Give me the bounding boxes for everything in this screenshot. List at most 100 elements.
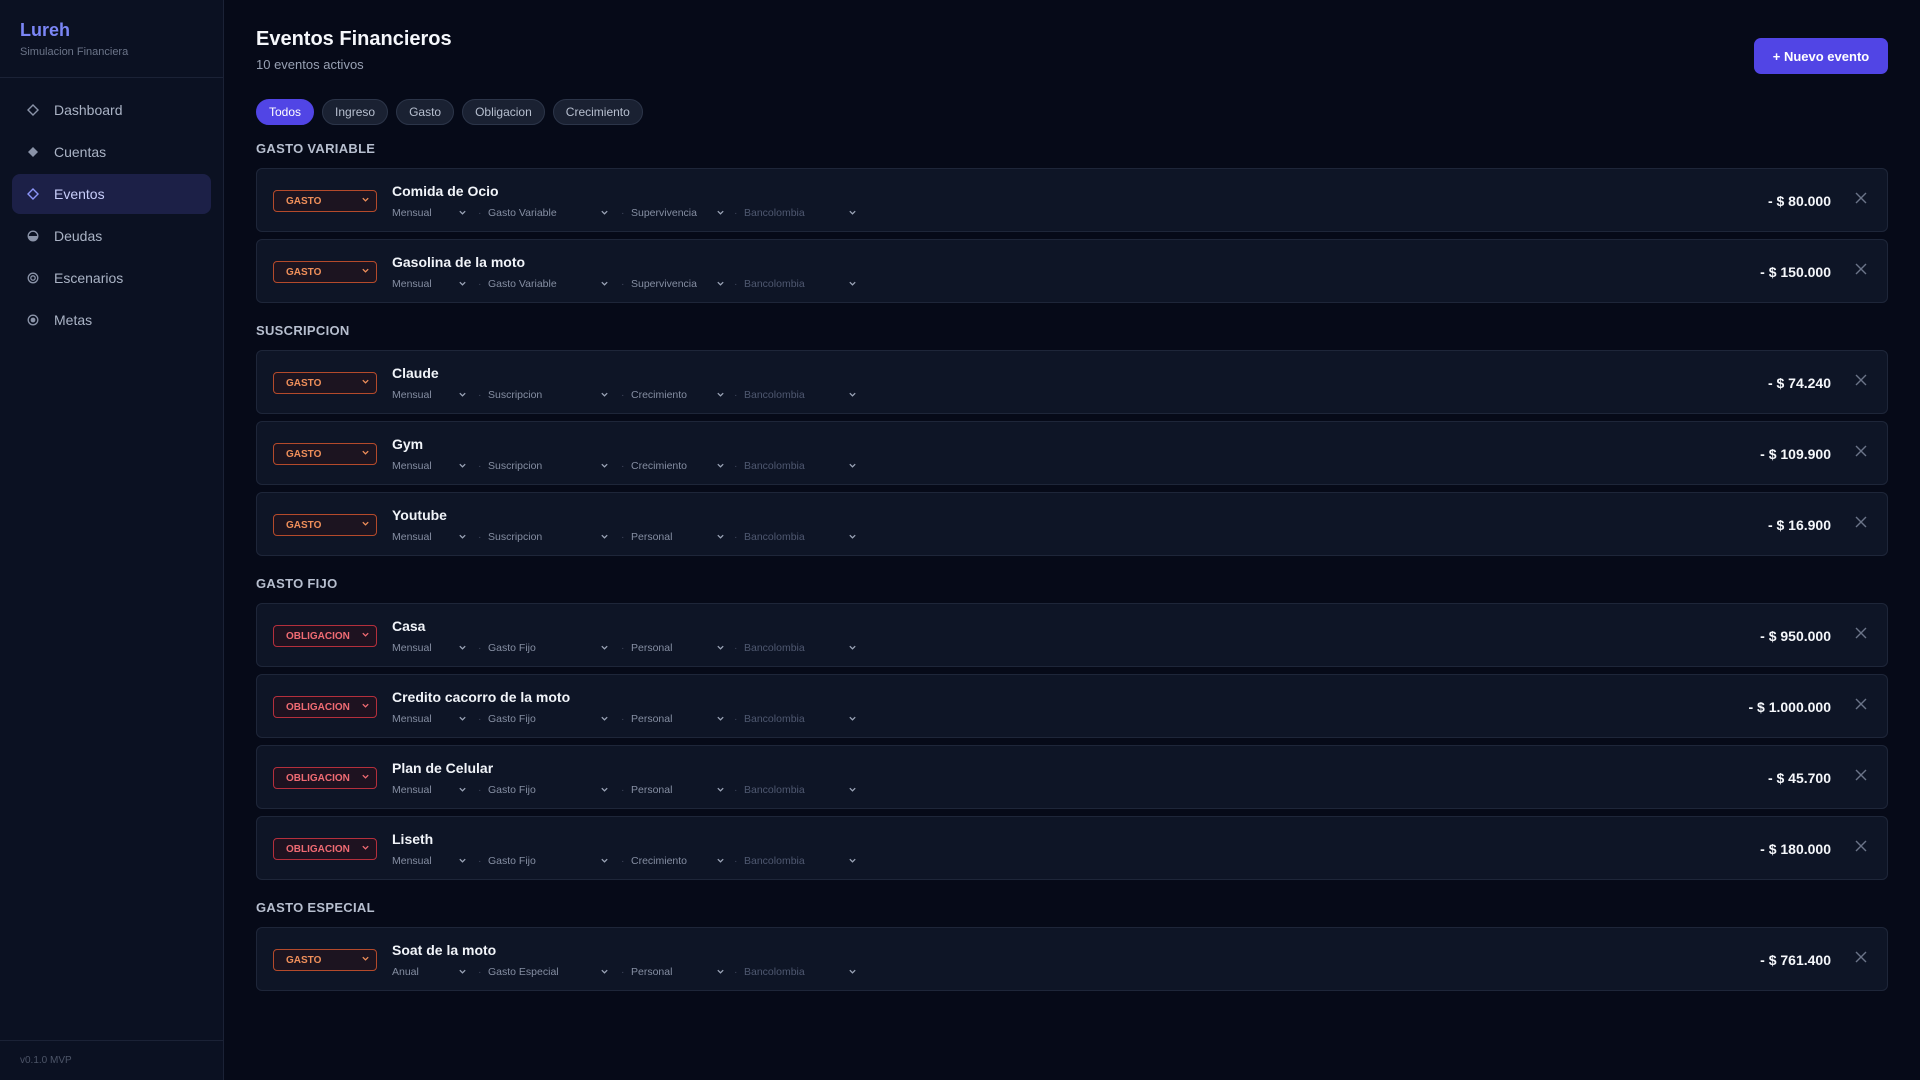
sidebar-item-deudas[interactable]: Deudas — [12, 216, 211, 256]
chevron-down-icon[interactable] — [716, 643, 725, 654]
chevron-down-icon[interactable] — [600, 856, 609, 867]
tag-select[interactable]: Crecimiento — [631, 389, 687, 401]
chevron-down-icon[interactable] — [848, 390, 857, 401]
sidebar-item-cuentas[interactable]: Cuentas — [12, 132, 211, 172]
chevron-down-icon[interactable] — [716, 856, 725, 867]
filter-chip-todos[interactable]: Todos — [256, 99, 315, 125]
chevron-down-icon[interactable] — [458, 279, 467, 290]
event-type-select[interactable]: OBLIGACION — [273, 625, 377, 647]
account-select[interactable]: Bancolombia — [744, 278, 805, 290]
event-name[interactable]: Plan de Celular — [392, 760, 493, 776]
event-name[interactable]: Liseth — [392, 831, 433, 847]
filter-chip-obligacion[interactable]: Obligacion — [462, 99, 545, 125]
frequency-select[interactable]: Mensual — [392, 855, 432, 867]
frequency-select[interactable]: Mensual — [392, 531, 432, 543]
filter-chip-gasto[interactable]: Gasto — [396, 99, 455, 125]
chevron-down-icon[interactable] — [848, 856, 857, 867]
category-select[interactable]: Suscripcion — [488, 531, 542, 543]
chevron-down-icon[interactable] — [716, 279, 725, 290]
chevron-down-icon[interactable] — [848, 785, 857, 796]
event-type-select[interactable]: OBLIGACION — [273, 767, 377, 789]
account-select[interactable]: Bancolombia — [744, 966, 805, 978]
event-name[interactable]: Comida de Ocio — [392, 183, 499, 199]
account-select[interactable]: Bancolombia — [744, 855, 805, 867]
category-select[interactable]: Suscripcion — [488, 460, 542, 472]
frequency-select[interactable]: Mensual — [392, 460, 432, 472]
chevron-down-icon[interactable] — [600, 967, 609, 978]
account-select[interactable]: Bancolombia — [744, 784, 805, 796]
chevron-down-icon[interactable] — [716, 785, 725, 796]
chevron-down-icon[interactable] — [716, 461, 725, 472]
chevron-down-icon[interactable] — [716, 208, 725, 219]
frequency-select[interactable]: Mensual — [392, 207, 432, 219]
chevron-down-icon[interactable] — [458, 461, 467, 472]
chevron-down-icon[interactable] — [600, 461, 609, 472]
tag-select[interactable]: Personal — [631, 531, 672, 543]
sidebar-item-metas[interactable]: Metas — [12, 300, 211, 340]
new-event-button[interactable]: + Nuevo evento — [1754, 38, 1888, 74]
event-type-select[interactable]: GASTO — [273, 372, 377, 394]
tag-select[interactable]: Supervivencia — [631, 207, 697, 219]
tag-select[interactable]: Crecimiento — [631, 460, 687, 472]
account-select[interactable]: Bancolombia — [744, 531, 805, 543]
account-select[interactable]: Bancolombia — [744, 642, 805, 654]
chevron-down-icon[interactable] — [600, 643, 609, 654]
sidebar-item-dashboard[interactable]: Dashboard — [12, 90, 211, 130]
event-type-select[interactable]: GASTO — [273, 443, 377, 465]
chevron-down-icon[interactable] — [600, 208, 609, 219]
account-select[interactable]: Bancolombia — [744, 207, 805, 219]
event-name[interactable]: Gasolina de la moto — [392, 254, 525, 270]
chevron-down-icon[interactable] — [600, 532, 609, 543]
chevron-down-icon[interactable] — [458, 390, 467, 401]
event-name[interactable]: Soat de la moto — [392, 942, 496, 958]
brand-title[interactable]: Lureh — [20, 20, 203, 41]
account-select[interactable]: Bancolombia — [744, 389, 805, 401]
event-type-select[interactable]: GASTO — [273, 949, 377, 971]
frequency-select[interactable]: Mensual — [392, 389, 432, 401]
chevron-down-icon[interactable] — [848, 967, 857, 978]
chevron-down-icon[interactable] — [716, 532, 725, 543]
event-type-select[interactable]: OBLIGACION — [273, 696, 377, 718]
chevron-down-icon[interactable] — [458, 643, 467, 654]
chevron-down-icon[interactable] — [848, 208, 857, 219]
event-type-select[interactable]: OBLIGACION — [273, 838, 377, 860]
event-name[interactable]: Claude — [392, 365, 439, 381]
tag-select[interactable]: Personal — [631, 966, 672, 978]
close-icon[interactable] — [1853, 444, 1869, 460]
chevron-down-icon[interactable] — [600, 390, 609, 401]
event-type-select[interactable]: GASTO — [273, 514, 377, 536]
chevron-down-icon[interactable] — [848, 714, 857, 725]
frequency-select[interactable]: Mensual — [392, 713, 432, 725]
close-icon[interactable] — [1853, 697, 1869, 713]
chevron-down-icon[interactable] — [458, 856, 467, 867]
frequency-select[interactable]: Mensual — [392, 278, 432, 290]
event-name[interactable]: Gym — [392, 436, 423, 452]
frequency-select[interactable]: Mensual — [392, 784, 432, 796]
category-select[interactable]: Gasto Fijo — [488, 784, 536, 796]
account-select[interactable]: Bancolombia — [744, 713, 805, 725]
chevron-down-icon[interactable] — [600, 279, 609, 290]
chevron-down-icon[interactable] — [458, 785, 467, 796]
chevron-down-icon[interactable] — [716, 390, 725, 401]
tag-select[interactable]: Personal — [631, 642, 672, 654]
chevron-down-icon[interactable] — [458, 714, 467, 725]
close-icon[interactable] — [1853, 626, 1869, 642]
frequency-select[interactable]: Mensual — [392, 642, 432, 654]
event-name[interactable]: Casa — [392, 618, 425, 634]
chevron-down-icon[interactable] — [458, 967, 467, 978]
close-icon[interactable] — [1853, 768, 1869, 784]
chevron-down-icon[interactable] — [848, 643, 857, 654]
tag-select[interactable]: Supervivencia — [631, 278, 697, 290]
tag-select[interactable]: Crecimiento — [631, 855, 687, 867]
chevron-down-icon[interactable] — [848, 532, 857, 543]
sidebar-item-escenarios[interactable]: Escenarios — [12, 258, 211, 298]
event-type-select[interactable]: GASTO — [273, 261, 377, 283]
close-icon[interactable] — [1853, 839, 1869, 855]
close-icon[interactable] — [1853, 191, 1869, 207]
chevron-down-icon[interactable] — [848, 461, 857, 472]
chevron-down-icon[interactable] — [458, 208, 467, 219]
event-name[interactable]: Youtube — [392, 507, 447, 523]
close-icon[interactable] — [1853, 373, 1869, 389]
chevron-down-icon[interactable] — [848, 279, 857, 290]
close-icon[interactable] — [1853, 950, 1869, 966]
